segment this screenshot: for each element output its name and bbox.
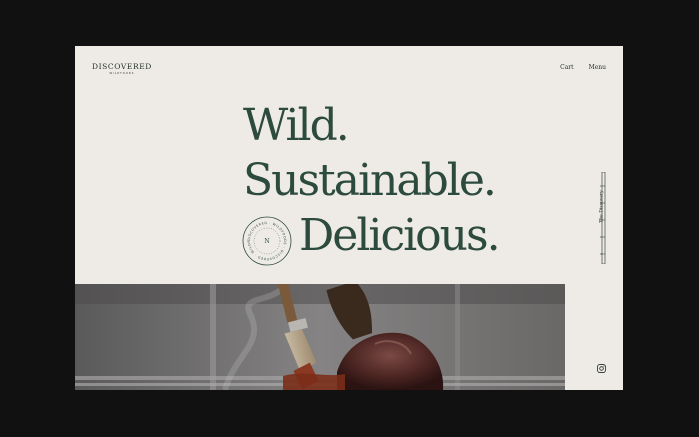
scroll-tick-label: 03 <box>600 219 603 222</box>
scroll-tick-label: 02 <box>600 202 603 205</box>
circular-badge-icon: DISCOVERED · WILDFOODS · DISCOVERED · WI… <box>242 216 292 266</box>
badge-center-letter: N <box>264 238 269 245</box>
cart-link[interactable]: Cart <box>560 64 573 71</box>
top-nav: Cart Menu <box>560 64 606 71</box>
scroll-tick-label: 05 <box>600 253 603 256</box>
hero-image <box>75 284 565 390</box>
scroll-ruler[interactable]: 01 02 03 04 05 <box>600 172 608 264</box>
logo-wordmark: DISCOVERED <box>92 62 152 71</box>
logo-subtitle: WILDFOODS <box>109 72 135 75</box>
instagram-icon[interactable] <box>597 364 606 373</box>
scroll-tick-label: 01 <box>600 185 603 188</box>
logo[interactable]: DISCOVERED WILDFOODS <box>92 62 152 76</box>
headline-line-1: Wild. <box>243 100 350 151</box>
menu-link[interactable]: Menu <box>589 64 606 71</box>
headline-line-2: Sustainable. <box>243 155 497 206</box>
scroll-tick-label: 04 <box>600 236 603 239</box>
page-frame: DISCOVERED WILDFOODS Cart Menu Wild. Sus… <box>75 46 623 390</box>
